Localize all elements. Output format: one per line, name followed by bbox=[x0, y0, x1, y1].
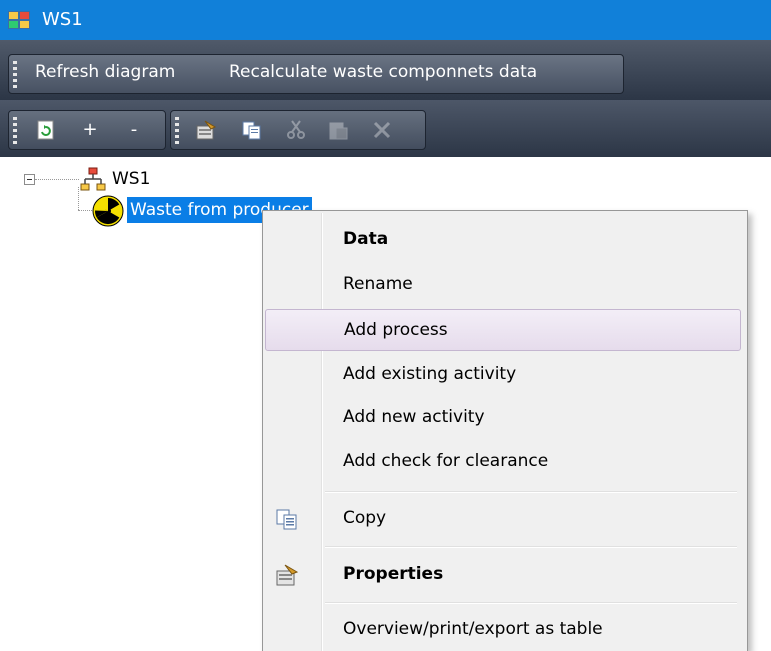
tree-node-root[interactable]: WS1 bbox=[112, 169, 150, 189]
menu-item-label: Add new activity bbox=[343, 407, 485, 427]
menu-item-label: Add check for clearance bbox=[343, 451, 549, 471]
grip-handle[interactable] bbox=[13, 61, 17, 89]
menu-item-add-new-activity[interactable]: Add new activity bbox=[265, 397, 741, 439]
menu-item-data[interactable]: Data bbox=[265, 219, 741, 261]
delete-icon[interactable] bbox=[371, 119, 393, 141]
menu-item-add-check-for-clearance[interactable]: Add check for clearance bbox=[265, 441, 741, 483]
menu-item-label: Add existing activity bbox=[343, 364, 517, 384]
menu-item-label: Rename bbox=[343, 274, 413, 294]
properties-icon bbox=[276, 564, 299, 586]
tree-connector bbox=[78, 187, 79, 210]
paste-icon[interactable] bbox=[327, 119, 349, 141]
menu-separator bbox=[325, 491, 737, 493]
menu-item-properties[interactable]: Properties bbox=[265, 554, 741, 596]
toolbar-strip: + - bbox=[0, 100, 771, 157]
title-bar: WS1 bbox=[0, 0, 771, 40]
copy-icon[interactable] bbox=[241, 119, 263, 141]
menu-item-label: Properties bbox=[343, 564, 444, 584]
collapse-toggle[interactable] bbox=[24, 174, 35, 185]
radiation-icon bbox=[92, 195, 124, 227]
menu-strip: Refresh diagram Recalculate waste compon… bbox=[0, 40, 771, 100]
cut-icon[interactable] bbox=[285, 119, 307, 141]
menu-separator bbox=[325, 602, 737, 604]
grip-handle[interactable] bbox=[175, 117, 179, 145]
menu-separator bbox=[325, 546, 737, 548]
properties-icon[interactable] bbox=[195, 119, 217, 141]
tree-connector bbox=[35, 179, 79, 180]
tool-panel-2 bbox=[170, 110, 426, 150]
network-icon bbox=[80, 167, 106, 191]
copy-icon bbox=[276, 509, 297, 530]
menu-item-copy[interactable]: Copy bbox=[265, 498, 741, 540]
menu-item-add-existing-activity[interactable]: Add existing activity bbox=[265, 354, 741, 396]
grip-handle[interactable] bbox=[13, 117, 17, 145]
refresh-diagram-menu[interactable]: Refresh diagram bbox=[35, 62, 175, 82]
menu-item-label: Data bbox=[343, 229, 389, 249]
add-button[interactable]: + bbox=[79, 119, 101, 141]
recalculate-menu[interactable]: Recalculate waste componnets data bbox=[229, 62, 537, 82]
app-icon bbox=[8, 11, 30, 29]
menu-item-label: Copy bbox=[343, 508, 387, 528]
remove-button[interactable]: - bbox=[123, 119, 145, 141]
menu-item-add-process[interactable]: Add process bbox=[265, 309, 741, 351]
menu-panel: Refresh diagram Recalculate waste compon… bbox=[8, 54, 624, 94]
refresh-icon[interactable] bbox=[35, 119, 57, 141]
menu-item-label: Add process bbox=[344, 320, 448, 340]
context-menu: Data Rename Add process Add existing act… bbox=[262, 210, 748, 651]
window-title: WS1 bbox=[42, 9, 83, 30]
menu-item-overview-print-export[interactable]: Overview/print/export as table bbox=[265, 609, 741, 651]
tool-panel-1: + - bbox=[8, 110, 166, 150]
menu-item-label: Overview/print/export as table bbox=[343, 619, 603, 639]
menu-item-rename[interactable]: Rename bbox=[265, 264, 741, 306]
